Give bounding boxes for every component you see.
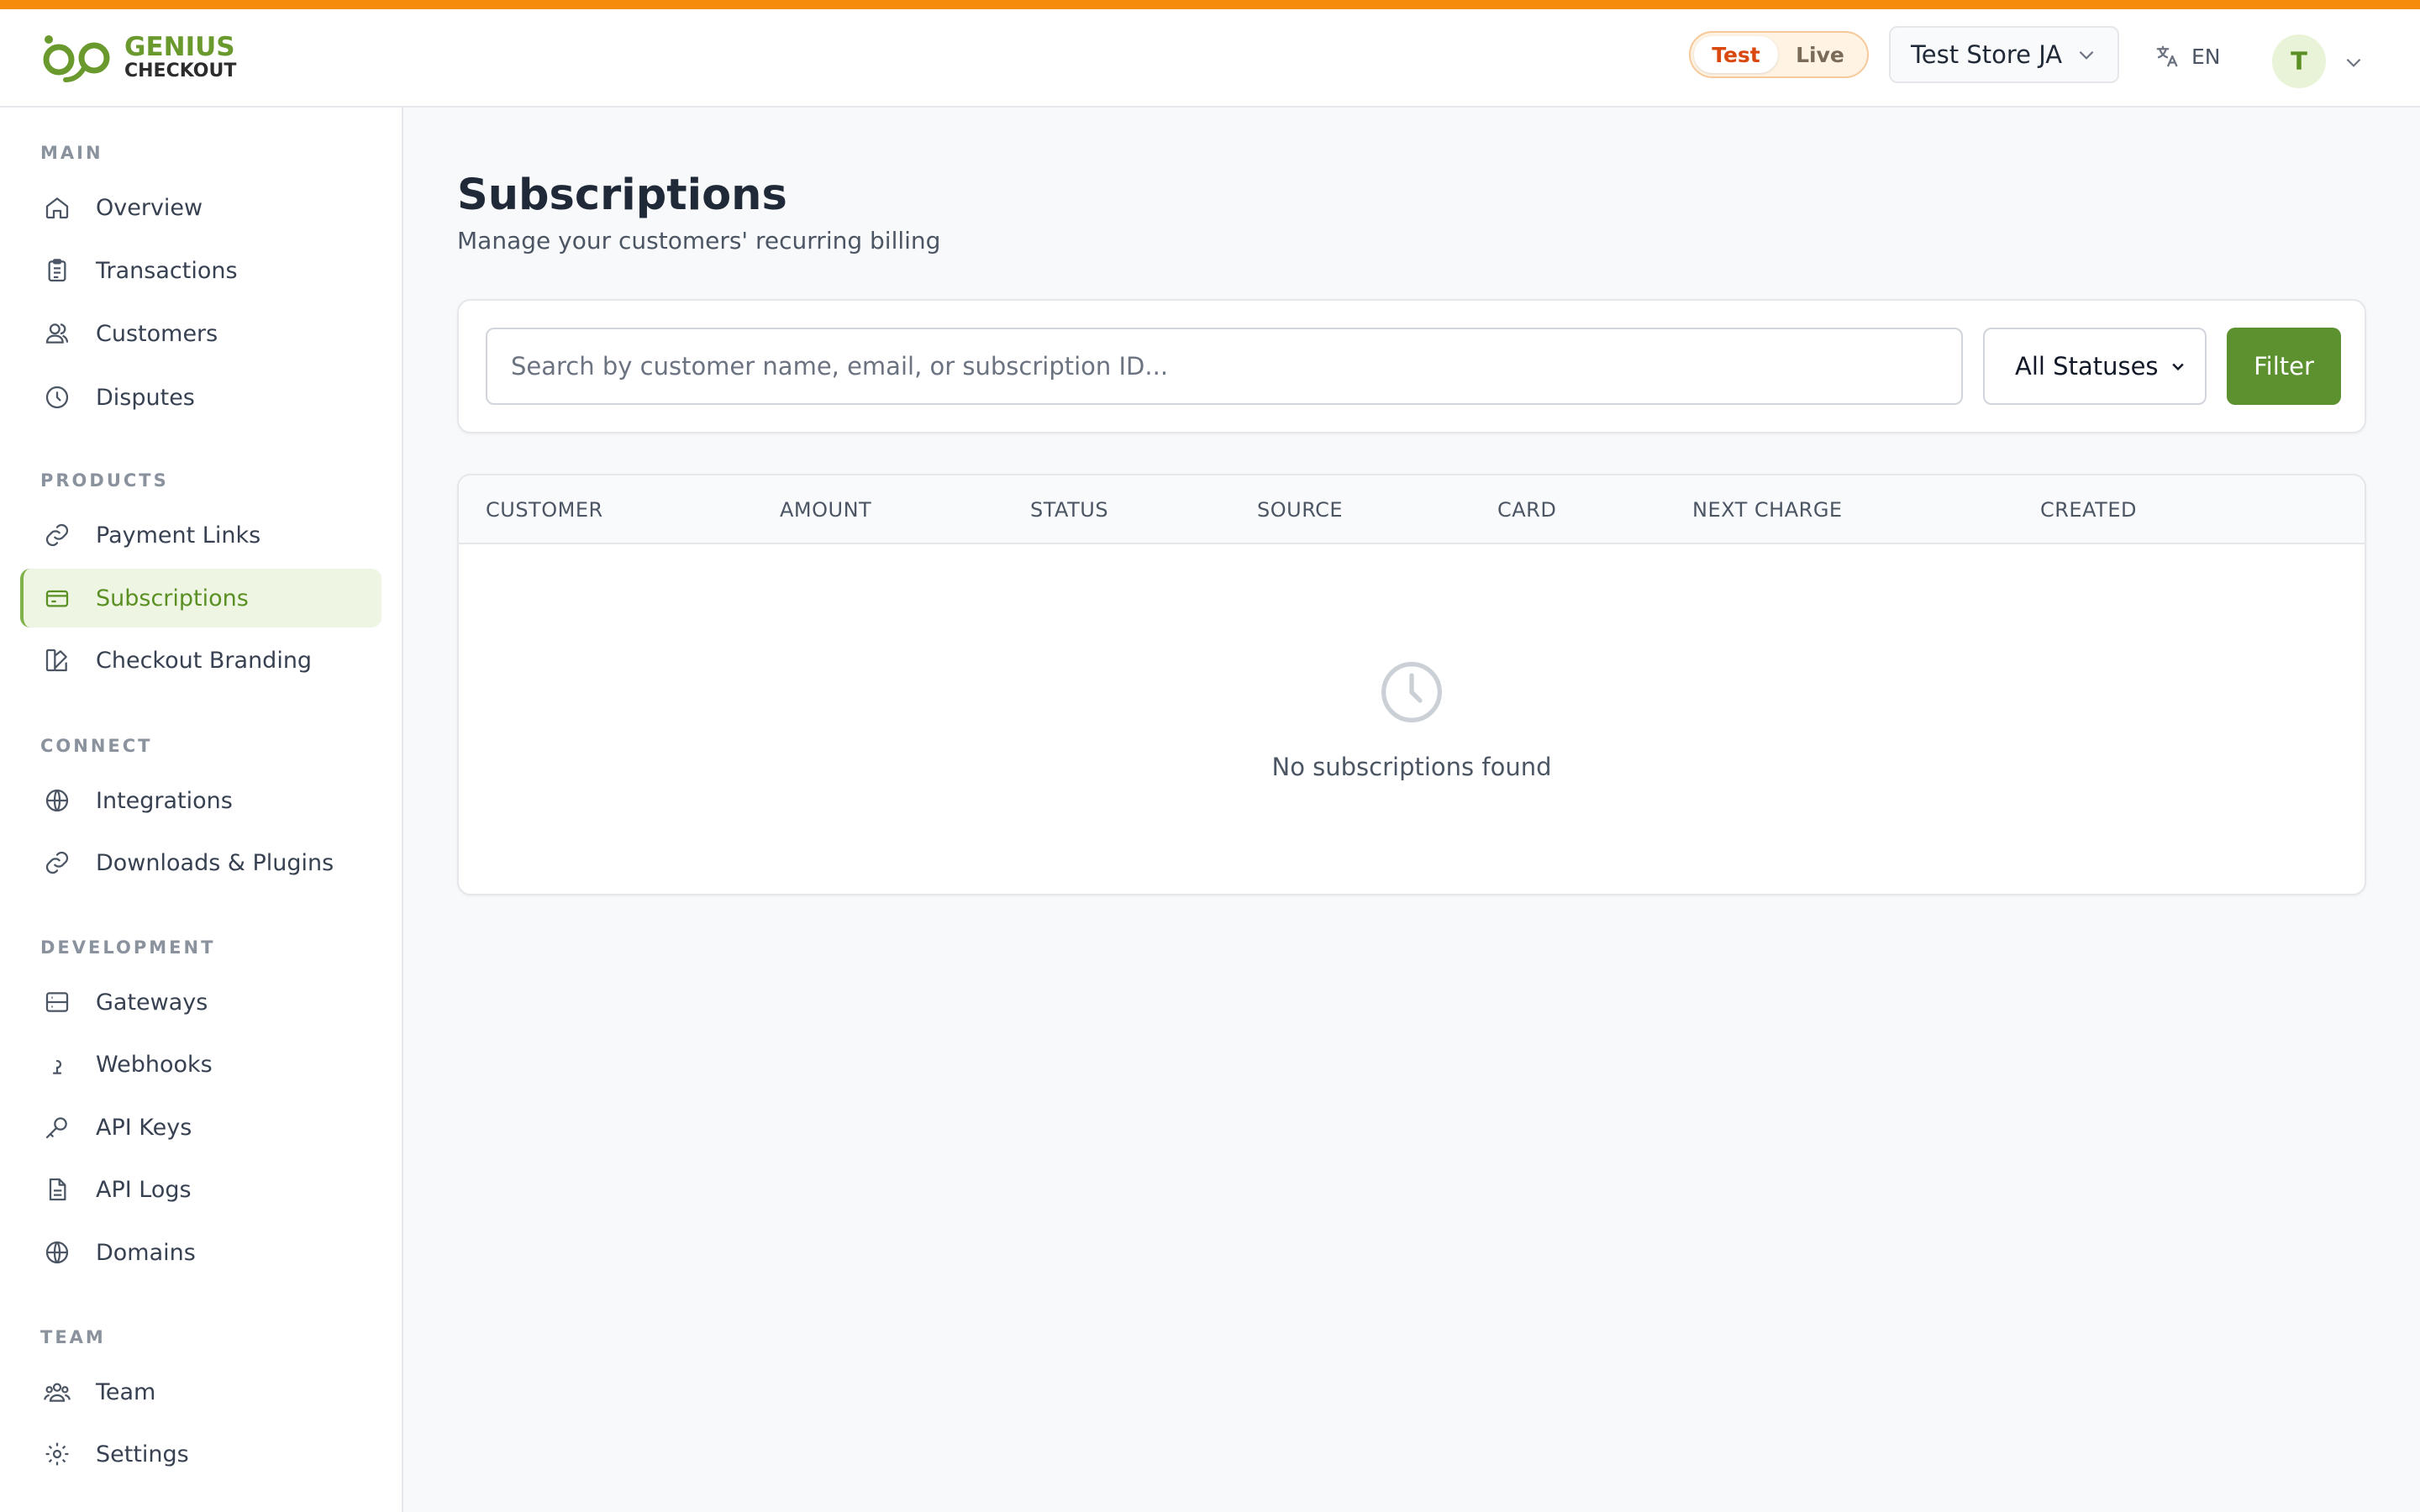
clock-icon — [42, 382, 72, 412]
sidebar-item-downloads-plugins[interactable]: Downloads & Plugins — [20, 833, 381, 892]
palette-icon — [42, 645, 72, 675]
sidebar-item-webhooks[interactable]: Webhooks — [20, 1035, 381, 1094]
sidebar-item-payment-links[interactable]: Payment Links — [20, 506, 381, 564]
sidebar-item-team[interactable]: Team — [20, 1362, 381, 1421]
sidebar-item-subscriptions[interactable]: Subscriptions — [20, 569, 381, 627]
search-input[interactable] — [486, 328, 1963, 405]
language-selector[interactable]: EN — [2154, 39, 2221, 73]
mode-toggle: Test Live — [1689, 31, 1869, 78]
team-icon — [42, 1377, 72, 1407]
page-title: Subscriptions — [457, 171, 787, 220]
section-title-products: PRODUCTS — [40, 470, 169, 491]
sidebar-item-customers[interactable]: Customers — [20, 304, 381, 363]
globe-icon — [42, 785, 72, 816]
chevron-down-icon[interactable] — [2343, 51, 2365, 73]
translate-icon — [2156, 45, 2178, 67]
file-icon — [42, 1174, 72, 1205]
card-icon — [42, 583, 72, 613]
sidebar-item-gateways[interactable]: Gateways — [20, 973, 381, 1032]
column-header-source[interactable]: SOURCE — [1257, 475, 1343, 544]
section-title-main: MAIN — [40, 143, 103, 163]
logo-text-checkout: CHECKOUT — [124, 60, 237, 81]
logo[interactable]: GENIUS CHECKOUT — [40, 28, 236, 87]
column-header-card[interactable]: CARD — [1497, 475, 1556, 544]
sidebar: MAIN Overview Transactions Customers Dis… — [0, 108, 403, 1512]
sidebar-item-api-keys[interactable]: API Keys — [20, 1098, 381, 1157]
avatar[interactable]: T — [2272, 34, 2326, 88]
sidebar-item-checkout-branding[interactable]: Checkout Branding — [20, 631, 381, 690]
link-icon — [42, 848, 72, 878]
mode-test-button[interactable]: Test — [1694, 36, 1778, 73]
page-subtitle: Manage your customers' recurring billing — [457, 227, 941, 255]
globe-icon — [42, 1237, 72, 1268]
sidebar-item-transactions[interactable]: Transactions — [20, 241, 381, 300]
sidebar-item-integrations[interactable]: Integrations — [20, 771, 381, 830]
filter-bar: All Statuses Filter — [457, 299, 2366, 433]
chevron-down-icon — [2079, 50, 2094, 60]
status-filter-select[interactable]: All Statuses — [1983, 328, 2207, 405]
sidebar-item-disputes[interactable]: Disputes — [20, 368, 381, 427]
sidebar-item-overview[interactable]: Overview — [20, 178, 381, 237]
column-header-created[interactable]: CREATED — [2040, 475, 2137, 544]
empty-state-message: No subscriptions found — [1271, 753, 1552, 781]
server-icon — [42, 987, 72, 1017]
column-header-amount[interactable]: AMOUNT — [780, 475, 871, 544]
mode-live-button[interactable]: Live — [1778, 36, 1862, 73]
users-icon — [42, 318, 72, 349]
logo-mark-icon — [43, 35, 110, 82]
sidebar-item-domains[interactable]: Domains — [20, 1223, 381, 1282]
subscriptions-table: CUSTOMER AMOUNT STATUS SOURCE CARD NEXT … — [457, 474, 2366, 895]
sidebar-item-settings[interactable]: Settings — [20, 1425, 381, 1483]
column-header-next-charge[interactable]: NEXT CHARGE — [1692, 475, 1843, 544]
column-header-status[interactable]: STATUS — [1030, 475, 1108, 544]
key-icon — [42, 1112, 72, 1142]
filter-button[interactable]: Filter — [2227, 328, 2341, 405]
top-accent-stripe — [0, 0, 2420, 9]
link-icon — [42, 520, 72, 550]
section-title-team: TEAM — [40, 1327, 106, 1347]
store-selector[interactable]: Test Store JA — [1889, 26, 2119, 83]
logo-text-genius: GENIUS — [124, 31, 235, 62]
language-code: EN — [2191, 44, 2221, 69]
store-name: Test Store JA — [1911, 40, 2063, 69]
top-header: GENIUS CHECKOUT Test Live Test Store JA … — [0, 9, 2420, 108]
home-icon — [42, 192, 72, 223]
chevron-down-icon — [2172, 363, 2184, 371]
gear-icon — [42, 1439, 72, 1469]
sidebar-item-api-logs[interactable]: API Logs — [20, 1160, 381, 1219]
status-filter-value: All Statuses — [2015, 352, 2159, 381]
table-header: CUSTOMER AMOUNT STATUS SOURCE CARD NEXT … — [459, 475, 2365, 544]
webhook-icon — [42, 1049, 72, 1079]
column-header-customer[interactable]: CUSTOMER — [486, 475, 603, 544]
section-title-connect: CONNECT — [40, 736, 153, 756]
section-title-development: DEVELOPMENT — [40, 937, 216, 958]
clipboard-icon — [42, 255, 72, 286]
empty-state-clock-icon — [1381, 662, 1442, 722]
